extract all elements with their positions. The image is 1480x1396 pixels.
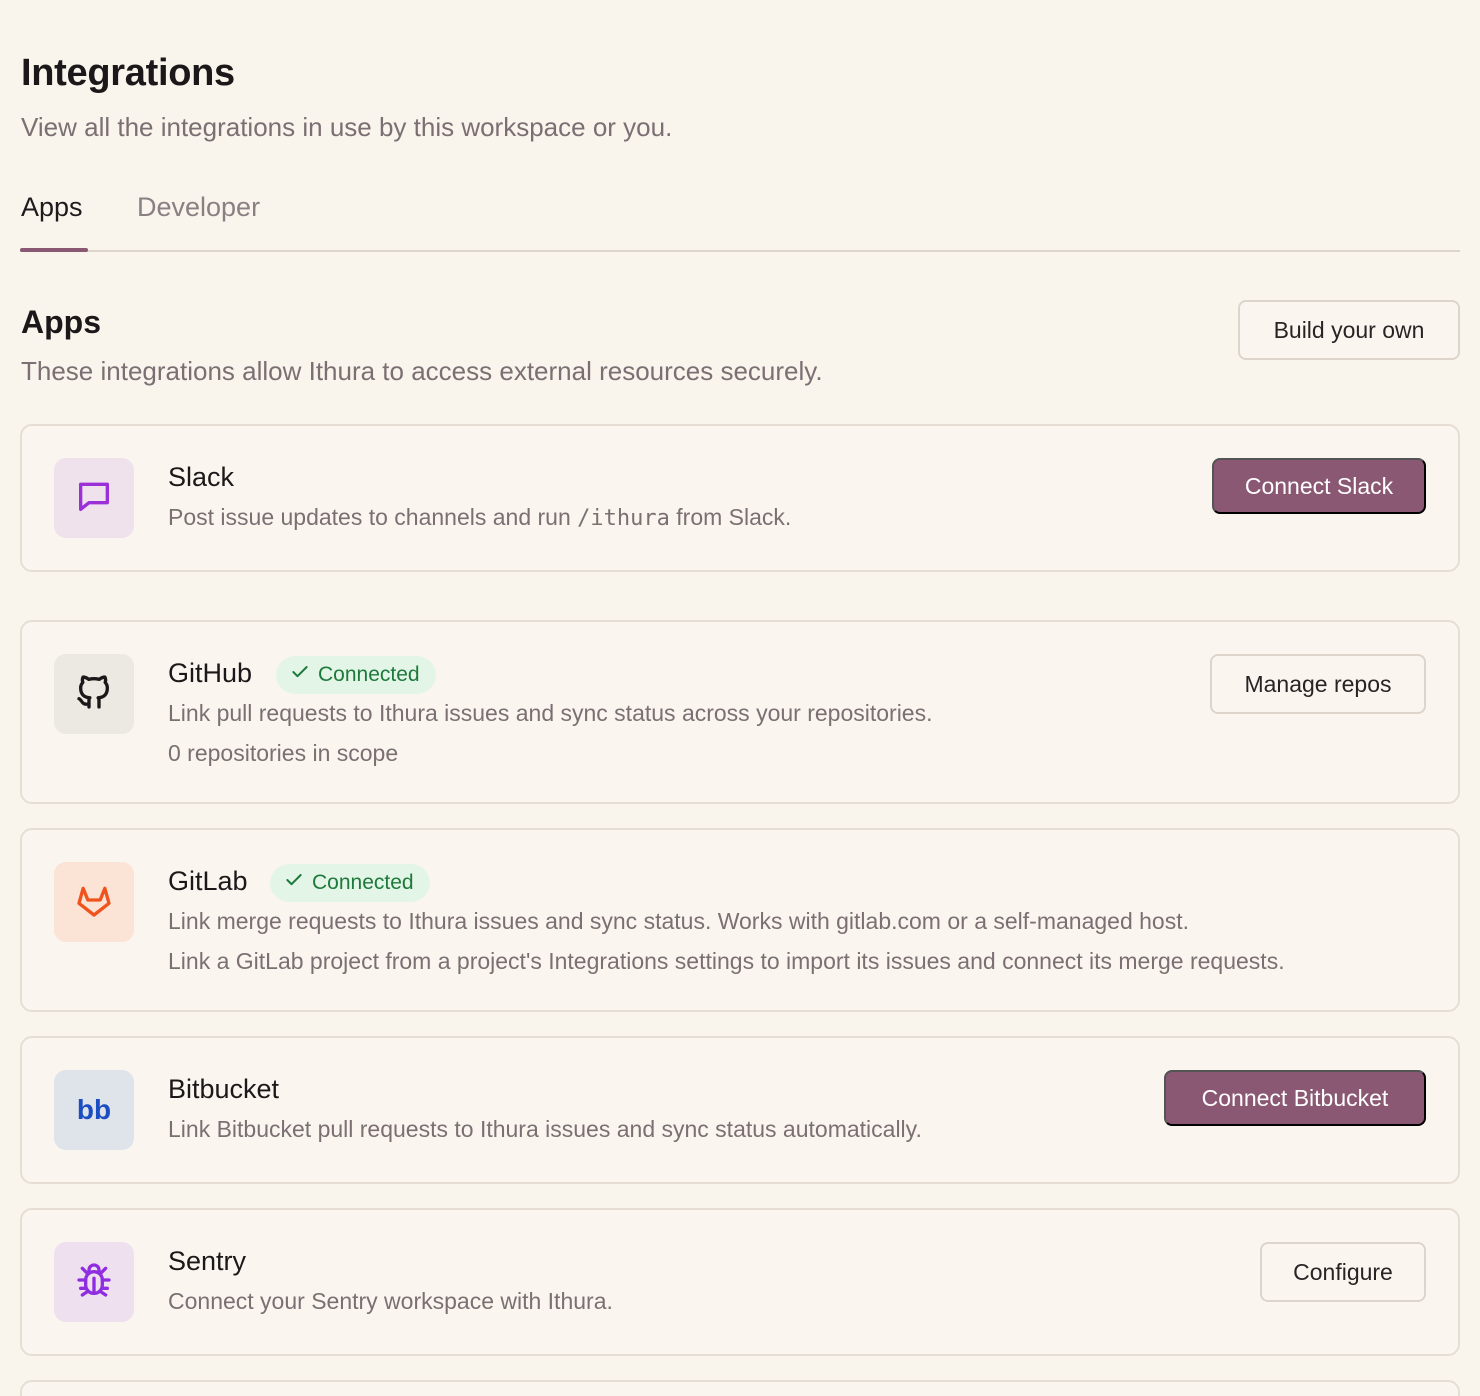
message-square-icon xyxy=(74,476,114,521)
status-badge: Connected xyxy=(276,656,436,694)
manage-repos-button[interactable]: Manage repos xyxy=(1210,654,1426,714)
build-your-own-button[interactable]: Build your own xyxy=(1238,300,1460,360)
github-icon-tile xyxy=(54,654,134,734)
github-icon xyxy=(74,672,114,717)
gitlab-icon xyxy=(74,880,114,925)
active-tab-indicator xyxy=(20,248,88,252)
connect-bitbucket-button[interactable]: Connect Bitbucket xyxy=(1164,1070,1426,1126)
page-title: Integrations xyxy=(21,52,235,94)
integration-name: Slack xyxy=(168,462,235,492)
status-badge: Connected xyxy=(270,864,430,902)
integration-description: Link merge requests to Ithura issues and… xyxy=(168,908,1189,934)
bug-icon xyxy=(74,1260,114,1305)
tab-developer[interactable]: Developer xyxy=(137,192,260,223)
integration-card-sentry: Sentry Connect your Sentry workspace wit… xyxy=(20,1208,1460,1356)
integration-card-gitlab: GitLab Connected Link merge requests to … xyxy=(20,828,1460,1012)
integration-card-slack: Slack Post issue updates to channels and… xyxy=(20,424,1460,572)
integration-name: Sentry xyxy=(168,1246,247,1276)
status-label: Connected xyxy=(318,663,420,686)
section-subtitle: These integrations allow Ithura to acces… xyxy=(21,356,823,386)
integration-card-partial xyxy=(20,1380,1460,1396)
tab-apps[interactable]: Apps xyxy=(21,192,83,223)
bitbucket-icon-tile: bb xyxy=(54,1070,134,1150)
check-icon xyxy=(290,662,310,688)
status-label: Connected xyxy=(312,871,414,894)
slash-command: /ithura xyxy=(577,506,670,531)
configure-button[interactable]: Configure xyxy=(1260,1242,1426,1302)
sentry-icon-tile xyxy=(54,1242,134,1322)
integration-name: GitHub xyxy=(168,658,253,688)
integrations-page: Integrations View all the integrations i… xyxy=(0,0,1480,1396)
integration-help-text: Link a GitLab project from a project's I… xyxy=(168,948,1285,974)
section-title: Apps xyxy=(21,304,101,340)
integration-description: Post issue updates to channels and run /… xyxy=(168,504,792,531)
repositories-count: 0 repositories in scope xyxy=(168,740,399,766)
integration-name: GitLab xyxy=(168,866,248,896)
page-subtitle: View all the integrations in use by this… xyxy=(21,112,673,142)
integration-card-github: GitHub Connected Link pull requests to I… xyxy=(20,620,1460,804)
slack-icon-tile xyxy=(54,458,134,538)
gitlab-icon-tile xyxy=(54,862,134,942)
check-icon xyxy=(284,870,304,896)
integration-description: Link pull requests to Ithura issues and … xyxy=(168,700,933,726)
integration-description: Connect your Sentry workspace with Ithur… xyxy=(168,1288,613,1314)
tab-bar: Apps Developer xyxy=(20,186,1460,252)
connect-slack-button[interactable]: Connect Slack xyxy=(1212,458,1426,514)
integration-name: Bitbucket xyxy=(168,1074,280,1104)
bitbucket-icon: bb xyxy=(76,1094,112,1125)
integration-description: Link Bitbucket pull requests to Ithura i… xyxy=(168,1116,922,1142)
integration-card-bitbucket: bb Bitbucket Link Bitbucket pull request… xyxy=(20,1036,1460,1184)
